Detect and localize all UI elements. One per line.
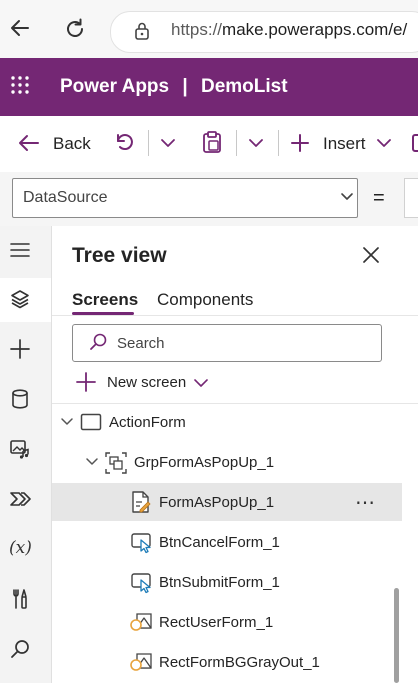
- pane-title: Tree view: [72, 244, 167, 267]
- url-text[interactable]: https://make.powerapps.com/e/: [171, 20, 407, 40]
- formula-input[interactable]: [404, 178, 418, 218]
- url-host: make.powerapps.com/e/: [222, 20, 408, 39]
- new-screen-chevron-down-icon[interactable]: [193, 377, 209, 389]
- back-button[interactable]: Back: [53, 134, 91, 154]
- rail-menu-button[interactable]: [0, 229, 51, 273]
- new-screen-plus-icon[interactable]: [75, 372, 97, 392]
- search-icon: [88, 332, 108, 352]
- form-icon: [130, 490, 152, 514]
- url-scheme: https://: [171, 20, 223, 39]
- tools-icon: [13, 589, 27, 609]
- more-options-icon[interactable]: ⋯: [355, 490, 376, 515]
- lock-icon[interactable]: [133, 21, 151, 41]
- rail-variables-button[interactable]: (x): [0, 528, 51, 572]
- group-icon: [104, 451, 128, 475]
- paste-chevron-down-icon[interactable]: [248, 137, 264, 149]
- rail-insert-button[interactable]: [0, 328, 51, 372]
- expand-chevron-icon[interactable]: [60, 417, 74, 427]
- command-separator: [236, 130, 237, 156]
- more-commands-icon[interactable]: [412, 133, 418, 153]
- tree-node-label: BtnCancelForm_1: [159, 534, 280, 551]
- tree-node-label: RectFormBGGrayOut_1: [159, 654, 320, 671]
- rail-search-button[interactable]: [0, 628, 51, 672]
- shape-icon: [129, 651, 155, 675]
- close-pane-icon[interactable]: [361, 245, 381, 265]
- property-dropdown-value: DataSource: [23, 189, 108, 206]
- browser-back-icon[interactable]: [8, 16, 32, 40]
- insert-button[interactable]: Insert: [323, 134, 366, 154]
- screen-icon: [80, 413, 102, 431]
- shape-icon: [129, 611, 155, 635]
- tabs-divider: [52, 315, 418, 316]
- app-name: DemoList: [200, 76, 288, 97]
- power-automate-icon: [10, 492, 31, 506]
- tree-node-label: RectUserForm_1: [159, 614, 274, 631]
- rail-tools-button[interactable]: [0, 578, 51, 622]
- tab-screens[interactable]: Screens: [72, 290, 138, 310]
- insert-plus-icon[interactable]: [290, 133, 310, 153]
- button-icon: [130, 571, 154, 595]
- equals-sign: =: [373, 187, 385, 209]
- undo-icon[interactable]: [113, 131, 135, 153]
- tree-node-label: GrpFormAsPopUp_1: [134, 454, 275, 471]
- chevron-down-icon[interactable]: [340, 192, 354, 202]
- layers-icon: [11, 290, 29, 309]
- app-title: Power Apps | DemoList: [60, 76, 288, 98]
- media-icon: [10, 440, 29, 459]
- paste-icon[interactable]: [201, 130, 223, 154]
- button-icon: [130, 531, 154, 555]
- tab-components[interactable]: Components: [157, 290, 253, 310]
- rail-data-button[interactable]: [0, 378, 51, 422]
- new-screen-button[interactable]: New screen: [107, 374, 186, 391]
- plus-icon: [10, 339, 30, 359]
- command-separator: [278, 130, 279, 156]
- expand-chevron-icon[interactable]: [85, 457, 99, 467]
- tree-node-label: ActionForm: [109, 414, 186, 431]
- back-arrow-icon[interactable]: [18, 133, 40, 153]
- undo-chevron-down-icon[interactable]: [160, 137, 176, 149]
- tree-node-label: BtnSubmitForm_1: [159, 574, 280, 591]
- rail-tree-view-button[interactable]: [0, 278, 51, 322]
- browser-refresh-icon[interactable]: [63, 17, 87, 41]
- rail-power-automate-button[interactable]: [0, 478, 51, 522]
- search-icon: [11, 640, 29, 658]
- hamburger-icon: [10, 243, 30, 257]
- insert-chevron-down-icon[interactable]: [376, 137, 392, 149]
- rail-media-button[interactable]: [0, 428, 51, 472]
- command-separator: [148, 130, 149, 156]
- tree-scrollbar[interactable]: [394, 588, 399, 683]
- title-separator: |: [182, 76, 188, 97]
- variables-icon: (x): [9, 538, 32, 558]
- database-icon: [12, 389, 28, 409]
- search-placeholder: Search: [117, 335, 165, 352]
- tree-node-actionform[interactable]: [52, 403, 402, 443]
- app-launcher-icon[interactable]: [10, 75, 30, 95]
- tree-node-label: FormAsPopUp_1: [159, 494, 275, 511]
- product-name: Power Apps: [60, 76, 170, 97]
